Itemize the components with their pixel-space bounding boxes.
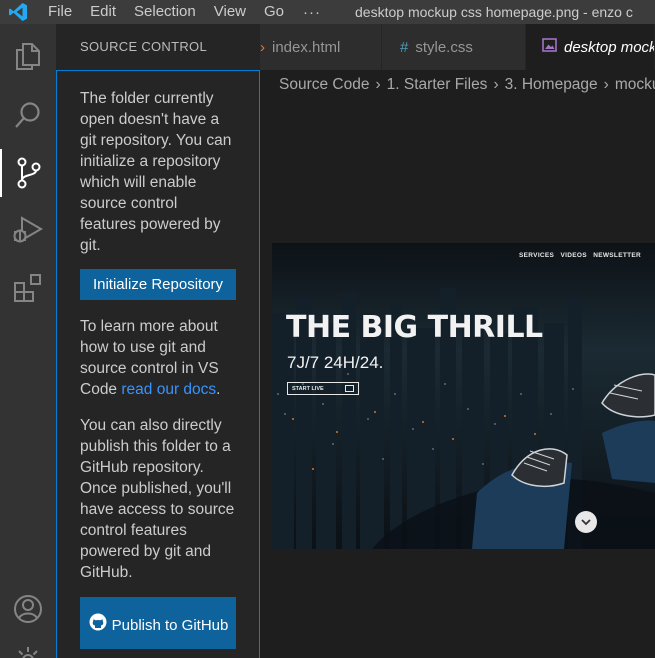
play-icon bbox=[345, 385, 354, 392]
tab-style-css[interactable]: # style.css bbox=[382, 24, 526, 70]
publish-to-github-button[interactable]: Publish to GitHub bbox=[80, 597, 236, 649]
menu-file[interactable]: File bbox=[36, 0, 81, 24]
breadcrumb-item[interactable]: 3. Homepage bbox=[505, 76, 598, 94]
tab-label: style.css bbox=[415, 38, 473, 56]
mockup-subheadline: 7J/7 24H/24. bbox=[287, 353, 384, 372]
breadcrumb-item[interactable]: mockup bbox=[615, 76, 655, 94]
city-skyline-background bbox=[272, 243, 655, 549]
chevron-right-icon: › bbox=[493, 76, 499, 93]
sidebar-title: SOURCE CONTROL bbox=[80, 39, 207, 54]
tab-label: desktop mockup css homepage.png bbox=[564, 38, 654, 56]
title-bar: File Edit Selection View Go ··· desktop … bbox=[0, 0, 655, 24]
menu-selection[interactable]: Selection bbox=[125, 0, 205, 24]
tab-index-html[interactable]: › index.html bbox=[260, 24, 382, 70]
breadcrumb-item[interactable]: 1. Starter Files bbox=[387, 76, 488, 94]
run-debug-icon[interactable] bbox=[0, 206, 56, 254]
image-icon bbox=[542, 38, 557, 56]
initialize-repository-button[interactable]: Initialize Repository bbox=[80, 269, 236, 300]
mockup-cta-label: START LIVE bbox=[292, 385, 324, 392]
settings-gear-icon[interactable] bbox=[0, 636, 56, 658]
window-title: desktop mockup css homepage.png - enzo c bbox=[355, 4, 633, 20]
mockup-nav: SERVICES VIDEOS NEWSLETTER bbox=[519, 252, 641, 259]
menu-view[interactable]: View bbox=[205, 0, 255, 24]
activity-bar bbox=[0, 24, 56, 658]
no-repo-message: The folder currently open doesn't have a… bbox=[80, 90, 232, 254]
source-control-sidebar: SOURCE CONTROL The folder currently open… bbox=[56, 24, 260, 658]
html-icon: › bbox=[260, 38, 265, 56]
publish-message: You can also directly publish this folde… bbox=[80, 417, 235, 581]
menu-more-icon[interactable]: ··· bbox=[293, 4, 335, 21]
mockup-headline: THE BIG THRILL bbox=[286, 310, 543, 345]
css-icon: # bbox=[400, 38, 409, 56]
read-docs-link[interactable]: read our docs bbox=[121, 381, 216, 398]
explorer-files-icon[interactable] bbox=[0, 32, 56, 80]
source-control-icon[interactable] bbox=[0, 149, 56, 197]
github-icon bbox=[89, 613, 107, 631]
scroll-down-icon bbox=[575, 511, 597, 533]
account-icon[interactable] bbox=[0, 585, 56, 633]
extensions-icon[interactable] bbox=[0, 264, 56, 312]
mockup-nav-item: SERVICES bbox=[519, 252, 555, 259]
tab-label: index.html bbox=[272, 38, 341, 56]
menu-go[interactable]: Go bbox=[255, 0, 293, 24]
tab-desktop-mockup-png[interactable]: desktop mockup css homepage.png bbox=[526, 24, 655, 70]
chevron-right-icon: › bbox=[603, 76, 609, 93]
source-control-panel: The folder currently open doesn't have a… bbox=[56, 70, 260, 658]
menu-edit[interactable]: Edit bbox=[81, 0, 125, 24]
breadcrumb: Source Code › 1. Starter Files › 3. Home… bbox=[260, 70, 655, 100]
mockup-cta-button: START LIVE bbox=[287, 382, 359, 395]
publish-button-label: Publish to GitHub bbox=[111, 617, 229, 634]
learn-more-suffix: . bbox=[216, 381, 221, 398]
editor-tabs: › index.html # style.css desktop mockup … bbox=[260, 24, 655, 70]
breadcrumb-item[interactable]: Source Code bbox=[279, 76, 369, 94]
search-icon[interactable] bbox=[0, 91, 56, 139]
mockup-nav-item: NEWSLETTER bbox=[593, 252, 641, 259]
image-preview-editor: SERVICES VIDEOS NEWSLETTER THE BIG THRIL… bbox=[260, 100, 655, 658]
mockup-nav-item: VIDEOS bbox=[560, 252, 587, 259]
learn-more-message: To learn more about how to use git and s… bbox=[80, 316, 237, 400]
mockup-image: SERVICES VIDEOS NEWSLETTER THE BIG THRIL… bbox=[272, 243, 655, 549]
chevron-right-icon: › bbox=[375, 76, 381, 93]
vscode-logo-icon bbox=[0, 0, 36, 24]
